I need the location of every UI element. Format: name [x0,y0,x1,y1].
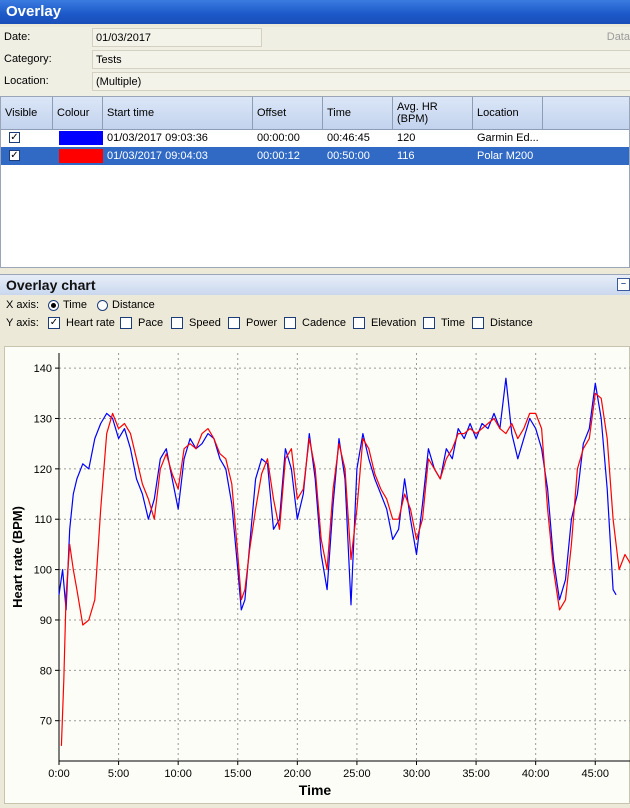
x-option-label: Time [63,299,88,311]
x-tick-label: 40:00 [522,768,550,780]
cadence-checkbox[interactable] [284,317,296,329]
radio-time[interactable] [48,299,59,311]
y-tick-label: 70 [40,716,52,728]
y-option-cadence[interactable]: Cadence [284,317,346,329]
y-option-label: Elevation [371,317,417,329]
x-tick-label: 20:00 [284,768,312,780]
y-option-label: Heart rate [66,317,115,329]
location-cell: Garmin Ed... [477,132,539,144]
time-checkbox[interactable] [423,317,435,329]
y-tick-label: 80 [40,665,52,677]
x-tick-label: 45:00 [581,768,609,780]
y-tick-label: 120 [34,464,52,476]
heart-rate-checkbox[interactable]: ✓ [48,317,60,329]
y-tick-label: 110 [34,514,52,526]
speed-checkbox[interactable] [171,317,183,329]
column-header-time[interactable]: Time [323,97,393,129]
y-axis-title: Heart rate (BPM) [10,506,25,608]
location-field[interactable]: (Multiple) [92,72,630,91]
avg-hr-cell: 120 [397,132,416,144]
x-tick-label: 5:00 [108,768,129,780]
y-option-elevation[interactable]: Elevation [353,317,416,329]
x-tick-label: 35:00 [462,768,490,780]
y-option-label: Cadence [302,317,347,329]
y-option-label: Pace [138,317,164,329]
y-option-pace[interactable]: Pace [120,317,163,329]
date-label: Date: [4,31,31,43]
x-option-time[interactable]: Time [48,299,87,311]
table-row[interactable]: ✓ 01/03/2017 09:03:36 00:00:00 00:46:45 … [1,129,629,147]
y-option-time[interactable]: Time [423,317,465,329]
category-label: Category: [4,53,52,65]
category-row: Category: Tests [0,49,630,71]
column-header-colour[interactable]: Colour [53,97,103,129]
location-label: Location: [4,75,49,87]
pace-checkbox[interactable] [120,317,132,329]
start-time-cell: 01/03/2017 09:04:03 [107,150,208,162]
column-header-start-time[interactable]: Start time [103,97,253,129]
y-option-label: Speed [189,317,221,329]
heart-rate-chart[interactable]: 70 80 90 100 110 120 130 140 0:00 5:00 10:00 15:00 2… [4,346,630,804]
y-option-speed[interactable]: Speed [171,317,221,329]
chart-svg: 70 80 90 100 110 120 130 140 0:00 5:00 10:00 15:00 2… [10,353,630,798]
power-checkbox[interactable] [228,317,240,329]
overlay-chart-title: Overlay chart – [0,274,630,295]
y-tick-label: 100 [34,565,52,577]
date-field[interactable]: 01/03/2017 [92,28,262,47]
location-cell: Polar M200 [477,150,534,162]
avg-hr-cell: 116 [397,150,415,162]
details-form: Date: 01/03/2017 Data Category: Tests Lo… [0,27,630,97]
y-tick-label: 140 [34,363,52,375]
date-row: Date: 01/03/2017 Data [0,27,630,49]
activities-grid: Visible Colour Start time Offset Time Av… [0,96,630,268]
x-tick-label: 25:00 [343,768,371,780]
table-row[interactable]: ✓ 01/03/2017 09:04:03 00:00:12 00:50:00 … [1,147,629,165]
visible-checkbox[interactable]: ✓ [9,132,20,143]
offset-cell: 00:00:12 [257,150,300,162]
elevation-checkbox[interactable] [353,317,365,329]
time-cell: 00:46:45 [327,132,370,144]
x-tick-label: 15:00 [224,768,252,780]
column-header-offset[interactable]: Offset [253,97,323,129]
y-axis-label: Y axis: [6,317,39,329]
x-option-label: Distance [112,299,155,311]
colour-swatch[interactable] [59,131,103,145]
visible-checkbox[interactable]: ✓ [9,150,20,161]
x-tick-label: 10:00 [164,768,192,780]
x-axis-title: Time [299,782,332,798]
distance-checkbox[interactable] [472,317,484,329]
overlay-chart-title-text: Overlay chart [6,277,96,293]
x-tick-label: 30:00 [403,768,431,780]
offset-cell: 00:00:00 [257,132,300,144]
y-tick-label: 90 [40,615,52,627]
y-option-heart-rate[interactable]: ✓ Heart rate [48,317,115,329]
time-cell: 00:50:00 [327,150,370,162]
y-option-label: Power [246,317,278,329]
y-option-label: Time [441,317,466,329]
collapse-icon[interactable]: – [617,278,630,291]
category-field[interactable]: Tests [92,50,630,69]
y-option-power[interactable]: Power [228,317,277,329]
colour-swatch[interactable] [59,149,103,163]
x-option-distance[interactable]: Distance [97,299,155,311]
radio-distance[interactable] [97,299,108,311]
location-row: Location: (Multiple) [0,71,630,93]
x-axis-options: X axis: Time Distance [0,297,630,315]
x-axis-label: X axis: [6,299,40,311]
data-side-label: Data [606,31,630,43]
grid-header: Visible Colour Start time Offset Time Av… [1,97,629,130]
column-header-avg-hr[interactable]: Avg. HR (BPM) [393,97,473,129]
column-header-visible[interactable]: Visible [1,97,53,129]
y-option-label: Distance [490,317,533,329]
x-tick-label: 0:00 [48,768,69,780]
y-tick-label: 130 [34,413,52,425]
y-axis-options: Y axis: ✓ Heart rate Pace Speed Power Ca… [0,315,630,333]
start-time-cell: 01/03/2017 09:03:36 [107,132,208,144]
overlay-panel-title: Overlay [0,0,630,24]
y-option-distance[interactable]: Distance [472,317,533,329]
column-header-location[interactable]: Location [473,97,543,129]
